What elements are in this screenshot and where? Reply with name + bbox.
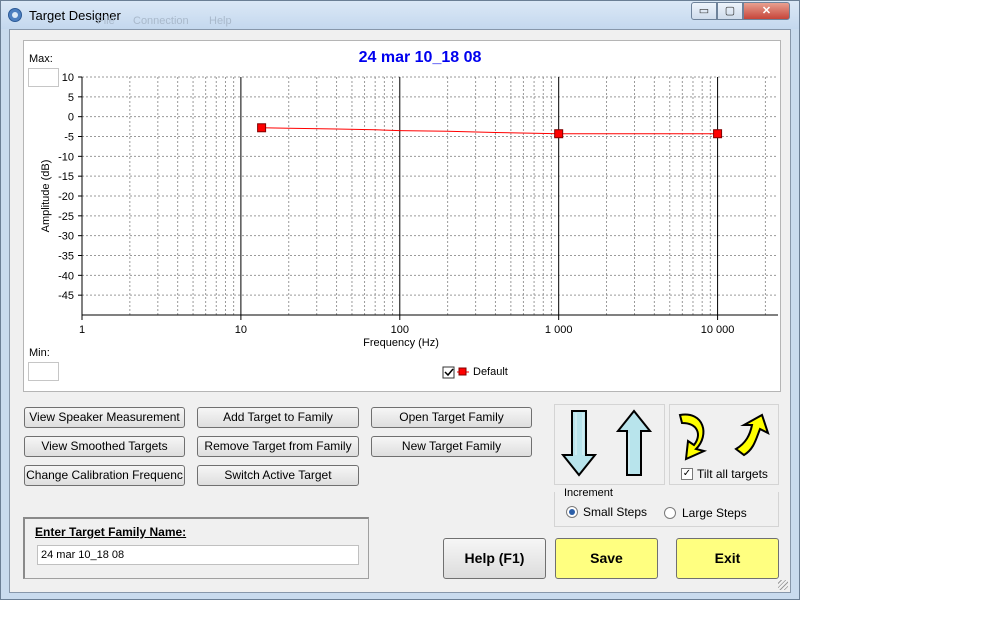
y-tick-label: 10 [62,72,74,84]
legend-marker-swatch [458,367,467,376]
view-speaker-measurement-button[interactable]: View Speaker Measurement [24,407,185,428]
level-arrows-panel [554,404,665,485]
series-line-default [261,127,718,135]
data-point-marker[interactable] [554,129,564,139]
tilt-up-icon[interactable] [734,413,770,457]
target-family-name-input[interactable]: 24 mar 10_18 08 [37,545,359,565]
tilt-arrows-panel: ✓ Tilt all targets [669,404,779,485]
y-tick-label: 0 [68,112,74,124]
y-tick-label: -20 [58,191,74,203]
help-button[interactable]: Help (F1) [443,538,546,579]
view-smoothed-targets-button[interactable]: View Smoothed Targets [24,436,185,457]
increment-group: Increment Small Steps Large Steps [554,487,779,527]
change-calibration-frequency-button[interactable]: Change Calibration Frequenc [24,465,185,486]
add-target-to-family-button[interactable]: Add Target to Family [197,407,359,428]
chart-title: 24 mar 10_18 08 [359,49,482,66]
x-tick-label: 10 000 [701,324,735,336]
x-tick-label: 1 [79,324,85,336]
exit-button[interactable]: Exit [676,538,779,579]
series-default [261,127,718,135]
target-designer-window: Target Designer File Connection Help ▭ ▢… [0,0,800,600]
tilt-all-targets-checkbox[interactable]: ✓ [681,468,693,480]
y-axis-label: Amplitude (dB) [40,160,52,233]
y-tick-label: -35 [58,251,74,263]
series-markers[interactable] [257,123,723,139]
small-steps-label: Small Steps [583,505,648,519]
y-tick-label: -10 [58,151,74,163]
chart-panel: Max: Min: 24 mar 10_18 08 10 5 0 -5 -10 -15 -2… [23,40,781,392]
remove-target-from-family-button[interactable]: Remove Target from Family [197,436,359,457]
switch-active-target-button[interactable]: Switch Active Target [197,465,359,486]
save-button[interactable]: Save [555,538,658,579]
minimize-button[interactable]: ▭ [691,2,717,20]
y-tick-label: -15 [58,171,74,183]
increment-label: Increment [563,487,614,499]
title-bar[interactable]: Target Designer File Connection Help ▭ ▢… [1,1,799,29]
menu-item-connection[interactable]: Connection [133,15,189,27]
data-point-marker[interactable] [713,129,723,139]
menu-item-file[interactable]: File [97,15,115,27]
y-tick-label: -45 [58,290,74,302]
client-area: Max: Min: 24 mar 10_18 08 10 5 0 -5 -10 -15 -2… [9,29,791,593]
y-tick-label: -5 [64,132,74,144]
x-tick-label: 100 [391,324,409,336]
small-steps-radio[interactable] [566,506,578,518]
y-tick-label: -30 [58,231,74,243]
amplitude-chart[interactable]: 24 mar 10_18 08 10 5 0 -5 -10 -15 -20 -25 -30 -35… [24,41,780,391]
target-family-name-panel: Enter Target Family Name: 24 mar 10_18 0… [23,517,369,579]
data-point-marker[interactable] [257,123,267,133]
resize-grip[interactable] [778,580,788,590]
y-tick-label: -25 [58,211,74,223]
x-tick-label: 10 [235,324,247,336]
y-tick-labels: 10 5 0 -5 -10 -15 -20 -25 -30 -35 -40 -45 [58,72,82,302]
legend-label: Default [473,366,508,378]
open-target-family-button[interactable]: Open Target Family [371,407,532,428]
y-tick-label: 5 [68,92,74,104]
up-arrow-icon[interactable] [615,409,653,476]
x-tick-label: 1 000 [545,324,573,336]
grid-lines [81,76,778,316]
legend: Default [442,366,508,379]
target-family-name-label: Enter Target Family Name: [35,525,187,539]
tilt-down-icon[interactable] [678,413,708,461]
maximize-button[interactable]: ▢ [717,2,743,20]
tilt-all-targets-label: Tilt all targets [697,467,768,481]
new-target-family-button[interactable]: New Target Family [371,436,532,457]
large-steps-radio[interactable] [664,507,676,519]
close-button[interactable]: ✕ [743,2,790,20]
x-tick-labels: 1 10 100 1 000 10 000 [79,315,734,336]
app-icon [8,8,22,22]
x-axis-label: Frequency (Hz) [363,337,439,349]
menu-item-help[interactable]: Help [209,15,232,27]
y-tick-label: -40 [58,270,74,282]
large-steps-label: Large Steps [682,506,747,520]
down-arrow-icon[interactable] [560,410,598,477]
